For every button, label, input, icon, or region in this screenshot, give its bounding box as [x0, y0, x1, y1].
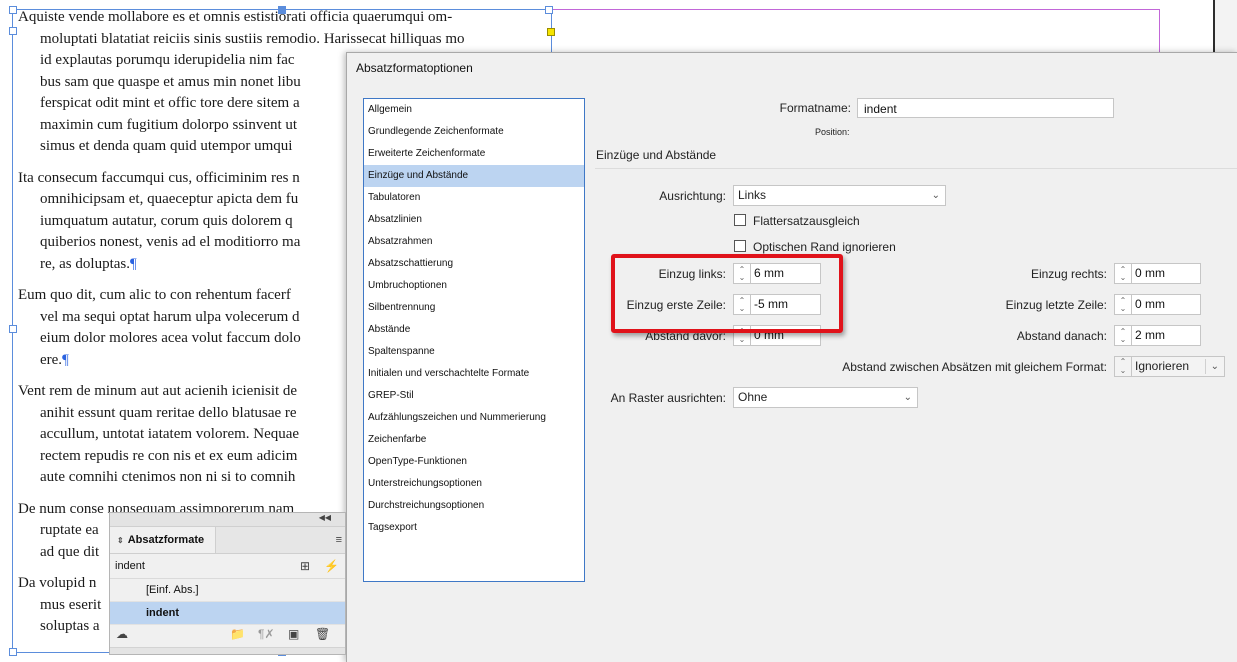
document-line: moluptati blatatiat reiciis sinis sustii…	[40, 30, 465, 47]
frame-handle-top-left[interactable]	[9, 6, 17, 14]
paragraph-styles-panel: ◀◀ ⇕ Absatzformate ≡ indent ⊞ ⚡ [Einf. Abs…	[109, 512, 346, 655]
raster-value: Ohne	[738, 390, 768, 404]
pasteboard-edge	[1213, 0, 1237, 52]
abstand-danach-stepper[interactable]: ⌃ ⌄ 2 mm	[1114, 325, 1201, 346]
new-style-icon[interactable]: ▣	[288, 627, 299, 641]
tab-expand-icon[interactable]: ⇕	[117, 536, 124, 545]
category-item[interactable]: Grundlegende Zeichenformate	[364, 121, 584, 143]
abstand-gleiches-format-label: Abstand zwischen Absätzen mit gleichem F…	[842, 360, 1107, 374]
style-list-item[interactable]: [Einf. Abs.]	[110, 579, 345, 602]
category-item[interactable]: Spaltenspanne	[364, 341, 584, 363]
panel-tabbar: ⇕ Absatzformate ≡	[110, 527, 345, 554]
raster-label: An Raster ausrichten:	[610, 391, 726, 405]
raster-dropdown[interactable]: Ohne ⌄	[733, 387, 918, 408]
flattersatz-label: Flattersatzausgleich	[753, 214, 860, 228]
panel-resize-handle[interactable]	[110, 647, 345, 654]
optischer-rand-label: Optischen Rand ignorieren	[753, 240, 896, 254]
category-item[interactable]: OpenType-Funktionen	[364, 451, 584, 473]
optischer-rand-checkbox[interactable]	[734, 240, 746, 252]
panel-topbar[interactable]: ◀◀	[110, 513, 345, 527]
einzug-rechts-value: 0 mm	[1135, 266, 1165, 280]
style-list[interactable]: [Einf. Abs.] indent	[110, 579, 345, 625]
stepper-arrows-icon[interactable]: ⌃ ⌄	[1115, 326, 1132, 345]
flattersatz-checkbox[interactable]	[734, 214, 746, 226]
category-item[interactable]: Zeichenfarbe	[364, 429, 584, 451]
formatname-label: Formatname:	[779, 101, 851, 115]
einzug-rechts-stepper[interactable]: ⌃ ⌄ 0 mm	[1114, 263, 1201, 284]
einzug-letzte-zeile-value: 0 mm	[1135, 297, 1165, 311]
section-title: Einzüge und Abstände	[596, 148, 717, 162]
trash-icon[interactable]: 🗑	[315, 627, 330, 641]
category-item[interactable]: Umbruchoptionen	[364, 275, 584, 297]
category-item[interactable]: Initialen und verschachtelte Formate	[364, 363, 584, 385]
document-line-text: ere.	[40, 351, 63, 368]
category-item[interactable]: Erweiterte Zeichenformate	[364, 143, 584, 165]
new-style-from-selection-icon[interactable]: ⊞	[300, 559, 310, 573]
current-style-name: indent	[115, 560, 145, 572]
document-line: Aquiste vende mollabore es et omnis esti…	[18, 9, 453, 25]
pilcrow-mark: ¶	[129, 255, 137, 272]
flattersatz-checkbox-row[interactable]: Flattersatzausgleich	[734, 214, 860, 228]
frame-handle-in-port[interactable]	[9, 27, 17, 35]
dropdown-separator	[1205, 359, 1206, 374]
abstand-gleiches-format-dropdown[interactable]: ⌃ ⌄ Ignorieren ⌄	[1114, 356, 1225, 377]
panel-title: Absatzformate	[127, 534, 205, 546]
frame-corner-options-handle[interactable]	[547, 28, 555, 36]
einzug-letzte-zeile-label: Einzug letzte Zeile:	[1005, 298, 1107, 312]
pilcrow-mark: ¶	[62, 351, 69, 368]
document-line-text: re, as doluptas.	[40, 255, 130, 272]
collapse-panel-icon[interactable]: ◀◀	[319, 513, 331, 522]
annotation-highlight-box	[611, 254, 843, 333]
new-group-folder-icon[interactable]: 📁	[230, 627, 245, 641]
category-item[interactable]: Absatzlinien	[364, 209, 584, 231]
position-label: Position:	[815, 127, 850, 137]
alignment-value: Links	[738, 188, 767, 202]
category-list[interactable]: Allgemein Grundlegende Zeichenformate Erwe…	[363, 98, 585, 582]
current-style-icons: ⊞ ⚡	[300, 554, 339, 578]
category-item[interactable]: Unterstreichungsoptionen	[364, 473, 584, 495]
category-item[interactable]: GREP-Stil	[364, 385, 584, 407]
dialog-title: Absatzformatoptionen	[356, 61, 473, 75]
abstand-gleiches-format-value: Ignorieren	[1135, 359, 1190, 373]
current-style-row: indent ⊞ ⚡	[110, 554, 345, 579]
alignment-label: Ausrichtung:	[659, 189, 726, 203]
stepper-arrows-icon[interactable]: ⌃ ⌄	[1115, 264, 1132, 283]
cloud-library-icon[interactable]: ☁	[116, 627, 128, 641]
margin-guide	[550, 9, 1160, 53]
category-item[interactable]: Durchstreichungsoptionen	[364, 495, 584, 517]
category-item[interactable]: Absatzschattierung	[364, 253, 584, 275]
category-item[interactable]: Allgemein	[364, 99, 584, 121]
optischer-rand-checkbox-row[interactable]: Optischen Rand ignorieren	[734, 240, 896, 254]
chevron-down-icon: ⌄	[1210, 361, 1219, 372]
category-item[interactable]: Absatzrahmen	[364, 231, 584, 253]
section-divider	[595, 168, 1237, 169]
tab-absatzformate[interactable]: ⇕ Absatzformate	[110, 527, 216, 553]
formatname-input[interactable]: indent	[857, 98, 1114, 118]
abstand-danach-value: 2 mm	[1135, 328, 1165, 342]
chevron-down-icon: ⌄	[931, 190, 940, 201]
category-item[interactable]: Aufzählungszeichen und Nummerierung	[364, 407, 584, 429]
clear-overrides-icon[interactable]: ¶✗	[258, 627, 275, 641]
panel-bottom-toolbar: ☁ 📁 ¶✗ ▣ 🗑	[110, 624, 345, 646]
panel-menu-icon[interactable]: ≡	[336, 534, 342, 546]
category-item[interactable]: Abstände	[364, 319, 584, 341]
einzug-letzte-zeile-stepper[interactable]: ⌃ ⌄ 0 mm	[1114, 294, 1201, 315]
stepper-arrows-icon[interactable]: ⌃ ⌄	[1115, 357, 1132, 376]
category-item[interactable]: Tagsexport	[364, 517, 584, 539]
alignment-dropdown[interactable]: Links ⌄	[733, 185, 946, 206]
frame-handle-middle-left[interactable]	[9, 325, 17, 333]
abstand-danach-label: Abstand danach:	[1016, 329, 1107, 343]
einzug-rechts-label: Einzug rechts:	[1030, 267, 1107, 281]
chevron-down-icon: ⌄	[903, 392, 912, 403]
stepper-arrows-icon[interactable]: ⌃ ⌄	[1115, 295, 1132, 314]
category-item[interactable]: Tabulatoren	[364, 187, 584, 209]
style-list-item[interactable]: indent	[110, 602, 345, 625]
paragraph-style-options-dialog: Absatzformatoptionen Allgemein Grundlegen…	[346, 52, 1237, 662]
frame-handle-bottom-left[interactable]	[9, 648, 17, 656]
category-item[interactable]: Einzüge und Abstände	[364, 165, 584, 187]
category-item[interactable]: Silbentrennung	[364, 297, 584, 319]
quick-apply-icon[interactable]: ⚡	[324, 559, 339, 573]
